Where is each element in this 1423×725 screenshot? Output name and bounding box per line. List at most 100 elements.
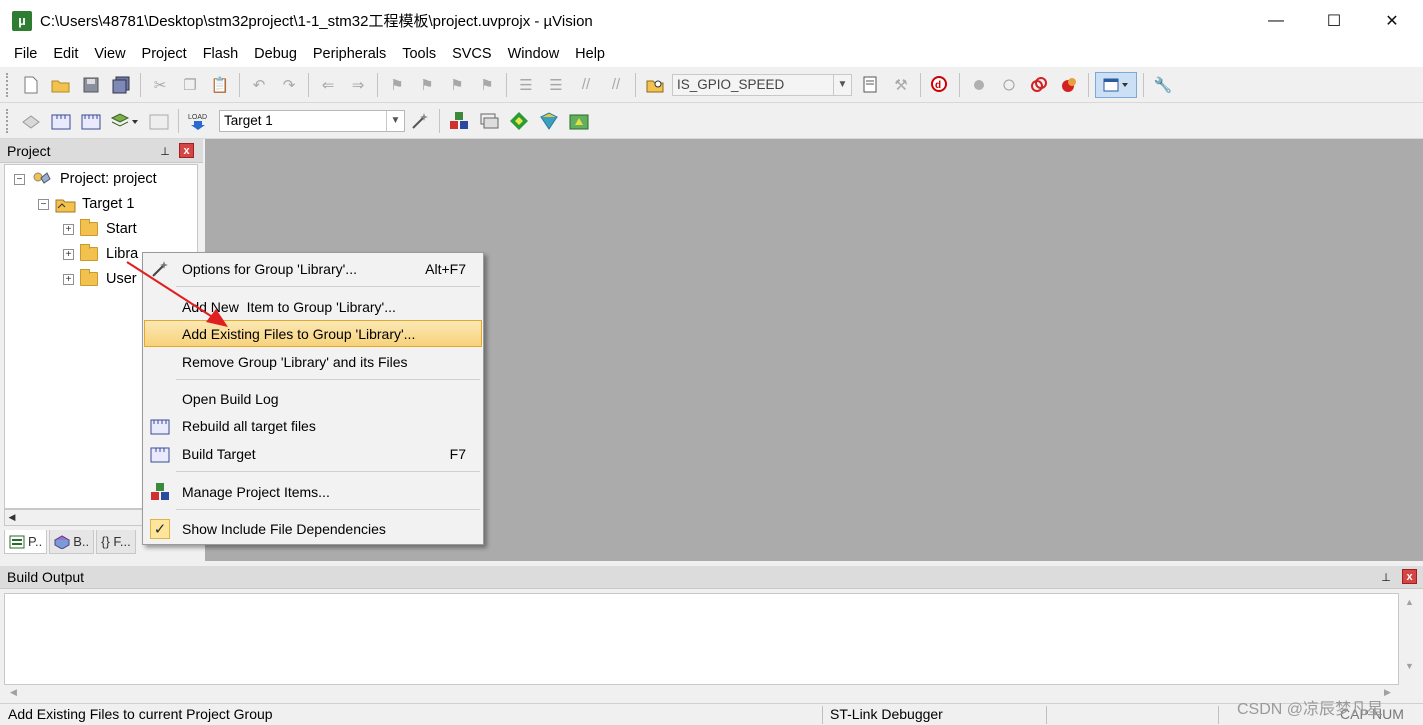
breakpoint-insert-icon[interactable] — [966, 72, 992, 98]
minimize-button[interactable]: — — [1247, 0, 1305, 41]
collapse-icon[interactable]: − — [14, 173, 25, 185]
tree-node-group[interactable]: + Libra — [63, 243, 138, 265]
cut-icon[interactable]: ✂ — [147, 72, 173, 98]
menu-item-build-target[interactable]: Build Target F7 — [144, 440, 482, 467]
find-combo[interactable]: IS_GPIO_SPEED ▼ — [672, 73, 852, 96]
menu-edit[interactable]: Edit — [45, 41, 86, 67]
menu-item-label: Rebuild all target files — [182, 417, 316, 434]
menu-peripherals[interactable]: Peripherals — [305, 41, 394, 67]
scroll-left-icon[interactable]: ◀ — [5, 510, 19, 525]
chevron-down-icon[interactable]: ▼ — [833, 74, 851, 95]
close-panel-button[interactable]: x — [179, 143, 194, 158]
close-panel-button[interactable]: x — [1402, 569, 1417, 584]
menu-window[interactable]: Window — [500, 41, 568, 67]
pack-installer-icon[interactable] — [536, 108, 562, 134]
breakpoint-enable-icon[interactable] — [996, 72, 1022, 98]
close-window-button[interactable]: ✕ — [1363, 0, 1421, 41]
scroll-down-icon[interactable]: ▼ — [1405, 661, 1414, 671]
download-icon[interactable]: LOAD — [185, 108, 211, 134]
window-layout-icon[interactable] — [1095, 71, 1137, 98]
menu-item-show-include-deps[interactable]: ✓ Show Include File Dependencies — [144, 515, 482, 542]
scroll-up-icon[interactable]: ▲ — [1405, 597, 1414, 607]
undo-icon[interactable]: ↶ — [246, 72, 272, 98]
tree-node-target[interactable]: − Target 1 — [38, 193, 134, 215]
save-icon[interactable] — [78, 72, 104, 98]
menu-item-remove-group[interactable]: Remove Group 'Library' and its Files — [144, 348, 482, 375]
new-file-icon[interactable] — [18, 72, 44, 98]
horizontal-scrollbar[interactable]: ◀ ▶ — [4, 685, 1399, 701]
tree-node-project[interactable]: − Project: project — [14, 168, 157, 190]
expand-icon[interactable]: + — [63, 248, 74, 260]
nav-back-icon[interactable]: ⇐ — [315, 72, 341, 98]
menu-item-manage-project-items[interactable]: Manage Project Items... — [144, 478, 482, 505]
select-packs-icon[interactable] — [506, 108, 532, 134]
breakpoint-disable-icon[interactable] — [1026, 72, 1052, 98]
toolbar-grip[interactable] — [6, 72, 12, 97]
breakpoint-kill-icon[interactable] — [1056, 72, 1082, 98]
chevron-down-icon[interactable]: ▼ — [386, 110, 404, 131]
scroll-left-icon[interactable]: ◀ — [10, 687, 17, 698]
svg-text:LOAD: LOAD — [188, 114, 207, 121]
tree-node-group[interactable]: + User — [63, 268, 137, 290]
tab-functions[interactable]: {} F... — [96, 530, 136, 554]
stop-build-icon[interactable] — [146, 108, 172, 134]
debug-start-icon[interactable]: d — [927, 72, 953, 98]
find-in-files-icon[interactable] — [642, 72, 668, 98]
find-icon[interactable] — [858, 72, 884, 98]
batch-build-icon[interactable] — [108, 108, 142, 134]
menu-view[interactable]: View — [86, 41, 133, 67]
manage-items-icon[interactable] — [446, 108, 472, 134]
paste-icon[interactable]: 📋 — [207, 72, 233, 98]
pin-icon[interactable]: ⊥ — [158, 144, 172, 158]
menu-item-label: Show Include File Dependencies — [182, 520, 386, 537]
expand-icon[interactable]: + — [63, 273, 74, 285]
options-wand-icon[interactable] — [407, 108, 433, 134]
environment-icon[interactable] — [476, 108, 502, 134]
maximize-button[interactable]: ☐ — [1305, 0, 1363, 41]
toolbar-grip[interactable] — [6, 108, 12, 133]
rebuild-icon[interactable] — [78, 108, 104, 134]
save-all-icon[interactable] — [108, 72, 134, 98]
redo-icon[interactable]: ↷ — [276, 72, 302, 98]
menu-flash[interactable]: Flash — [195, 41, 246, 67]
pin-icon[interactable]: ⊥ — [1379, 570, 1393, 584]
configure-icon[interactable]: 🔧 — [1150, 72, 1176, 98]
tab-books-label: B.. — [73, 534, 90, 549]
bookmark-icon[interactable]: ⚑ — [384, 72, 410, 98]
tree-node-group[interactable]: + Start — [63, 218, 137, 240]
menu-project[interactable]: Project — [134, 41, 195, 67]
menu-item-open-build-log[interactable]: Open Build Log — [144, 385, 482, 412]
menu-file[interactable]: File — [6, 41, 45, 67]
rte-icon[interactable] — [566, 108, 592, 134]
menu-item-options-for-group[interactable]: Options for Group 'Library'... Alt+F7 — [144, 255, 482, 282]
bookmark-clear-icon[interactable]: ⚑ — [474, 72, 500, 98]
vertical-scrollbar[interactable]: ▲ ▼ — [1399, 593, 1419, 685]
menu-item-add-new-item[interactable]: Add New Item to Group 'Library'... — [144, 293, 482, 320]
menu-svcs[interactable]: SVCS — [444, 41, 500, 67]
collapse-icon[interactable]: − — [38, 198, 49, 210]
expand-icon[interactable]: + — [63, 223, 74, 235]
menu-tools[interactable]: Tools — [394, 41, 444, 67]
target-select[interactable]: Target 1 ▼ — [219, 109, 405, 132]
comment-icon[interactable]: // — [573, 72, 599, 98]
menu-debug[interactable]: Debug — [246, 41, 305, 67]
menu-item-rebuild-all[interactable]: Rebuild all target files — [144, 412, 482, 439]
nav-forward-icon[interactable]: ⇒ — [345, 72, 371, 98]
scroll-right-icon[interactable]: ▶ — [1384, 687, 1391, 698]
uncomment-icon[interactable]: // — [603, 72, 629, 98]
tree-node-group-label: Start — [106, 221, 137, 237]
open-file-icon[interactable] — [48, 72, 74, 98]
bookmark-next-icon[interactable]: ⚑ — [444, 72, 470, 98]
tab-books[interactable]: B.. — [49, 530, 95, 554]
tab-project[interactable]: P.. — [4, 530, 48, 554]
indent-icon[interactable]: ☰ — [513, 72, 539, 98]
incremental-find-icon[interactable]: ⚒ — [888, 72, 914, 98]
unindent-icon[interactable]: ☰ — [543, 72, 569, 98]
translate-icon[interactable] — [18, 108, 44, 134]
build-icon[interactable] — [48, 108, 74, 134]
menu-help[interactable]: Help — [567, 41, 613, 67]
build-output-text[interactable] — [4, 593, 1399, 685]
copy-icon[interactable]: ❐ — [177, 72, 203, 98]
menu-item-add-existing-files[interactable]: Add Existing Files to Group 'Library'... — [144, 320, 482, 347]
bookmark-prev-icon[interactable]: ⚑ — [414, 72, 440, 98]
